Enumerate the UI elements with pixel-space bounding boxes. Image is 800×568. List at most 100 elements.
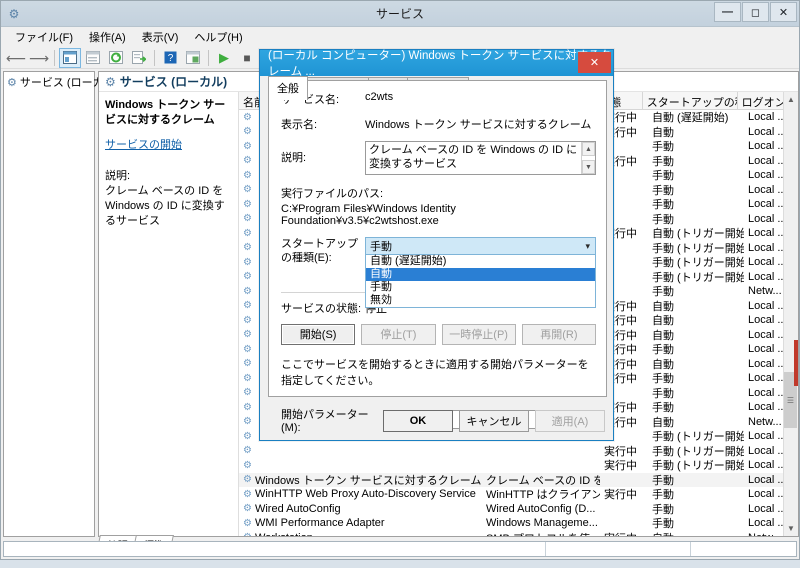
new-window-icon[interactable] bbox=[182, 48, 204, 68]
services-gear-icon: ⚙ bbox=[7, 76, 17, 89]
service-gear-icon: ⚙ bbox=[243, 329, 252, 340]
table-row[interactable]: ⚙Wired AutoConfigWired AutoConfig (D...手… bbox=[239, 502, 798, 517]
services-list-scrollbar[interactable]: ▲ ▼ ☰ bbox=[783, 92, 798, 536]
dialog-close-button[interactable]: ✕ bbox=[578, 52, 611, 73]
service-gear-icon: ⚙ bbox=[243, 315, 252, 326]
start-parameters-hint: ここでサービスを開始するときに適用する開始パラメーターを指定してください。 bbox=[281, 356, 596, 388]
option-auto-delayed[interactable]: 自動 (遅延開始) bbox=[366, 255, 595, 268]
apply-button: 適用(A) bbox=[535, 410, 605, 432]
cell-name: ⚙Wired AutoConfig bbox=[239, 503, 482, 515]
menu-action[interactable]: 操作(A) bbox=[81, 27, 134, 47]
help-icon[interactable]: ? bbox=[159, 48, 181, 68]
toolbar-separator-2 bbox=[154, 50, 155, 66]
column-header-logon[interactable]: ログオン bbox=[738, 92, 789, 109]
red-highlight-marker bbox=[794, 340, 798, 386]
executable-path-value: C:¥Program Files¥Windows Identity Founda… bbox=[281, 203, 596, 227]
scroll-down-icon[interactable]: ▼ bbox=[582, 160, 595, 174]
menu-view[interactable]: 表示(V) bbox=[134, 27, 187, 47]
description-textarea[interactable]: クレーム ベースの ID を Windows の ID に変換するサービス ▲ … bbox=[365, 141, 596, 175]
menu-help[interactable]: ヘルプ(H) bbox=[186, 27, 250, 47]
service-gear-icon: ⚙ bbox=[243, 300, 252, 311]
description-text: クレーム ベースの ID を Windows の ID に変換するサービス bbox=[366, 142, 581, 174]
refresh-icon[interactable] bbox=[105, 48, 127, 68]
close-button[interactable]: ✕ bbox=[770, 2, 797, 22]
cell-state: 実行中 bbox=[600, 530, 648, 536]
service-gear-icon: ⚙ bbox=[243, 532, 252, 536]
service-gear-icon: ⚙ bbox=[243, 199, 252, 210]
service-gear-icon: ⚙ bbox=[243, 170, 252, 181]
status-cell-main bbox=[4, 542, 546, 556]
menu-file[interactable]: ファイル(F) bbox=[7, 27, 81, 47]
table-row[interactable]: ⚙実行中手動 (トリガー開始)Local ... bbox=[239, 458, 798, 473]
table-row[interactable]: ⚙実行中手動 (トリガー開始)Local ... bbox=[239, 444, 798, 459]
option-manual[interactable]: 手動 bbox=[366, 281, 595, 294]
service-gear-icon: ⚙ bbox=[243, 213, 252, 224]
ok-button[interactable]: OK bbox=[383, 410, 453, 432]
option-auto[interactable]: 自動 bbox=[366, 268, 595, 281]
service-gear-icon: ⚙ bbox=[243, 126, 252, 137]
column-header-startup-type[interactable]: スタートアップの種類 bbox=[643, 92, 738, 109]
table-row[interactable]: ⚙WMI Performance AdapterWindows Manageme… bbox=[239, 516, 798, 531]
tree-item-services-local[interactable]: ⚙ サービス (ローカル) bbox=[4, 72, 94, 92]
cell-name: ⚙WMI Performance Adapter bbox=[239, 517, 482, 529]
startup-type-select[interactable]: 手動 ▾ bbox=[365, 237, 596, 255]
stop-service-icon[interactable]: ■ bbox=[236, 48, 258, 68]
service-gear-icon: ⚙ bbox=[243, 402, 252, 413]
scroll-down-icon[interactable]: ▼ bbox=[784, 521, 798, 536]
service-gear-icon: ⚙ bbox=[243, 141, 252, 152]
cell-state: 実行中 bbox=[600, 457, 648, 473]
back-icon[interactable]: ⟵ bbox=[5, 48, 27, 68]
status-cell-secondary bbox=[546, 542, 691, 556]
status-bar bbox=[3, 541, 797, 557]
toolbar-separator-3 bbox=[208, 50, 209, 66]
detail-description-label: 説明: bbox=[105, 169, 230, 184]
description-row: 説明: クレーム ベースの ID を Windows の ID に変換するサービ… bbox=[281, 141, 596, 175]
dialog-footer: OK キャンセル 適用(A) bbox=[383, 410, 605, 432]
svg-text:?: ? bbox=[167, 53, 173, 64]
service-gear-icon: ⚙ bbox=[243, 358, 252, 369]
table-row[interactable]: ⚙WinHTTP Web Proxy Auto-Discovery Servic… bbox=[239, 487, 798, 502]
dialog-general-page: サービス名: c2wts 表示名: Windows トークン サービスに対するク… bbox=[268, 80, 607, 397]
scroll-up-icon[interactable]: ▲ bbox=[784, 92, 798, 107]
show-hide-tree-icon[interactable] bbox=[59, 48, 81, 68]
cell-description: SMB プロトコルを使ってリ... bbox=[482, 530, 600, 536]
console-tree-pane[interactable]: ⚙ サービス (ローカル) bbox=[3, 71, 95, 537]
chevron-down-icon: ▾ bbox=[585, 241, 590, 252]
cell-name: ⚙WinHTTP Web Proxy Auto-Discovery Servic… bbox=[239, 488, 482, 500]
cell-name-label: WMI Performance Adapter bbox=[255, 517, 385, 529]
minimize-button[interactable]: — bbox=[714, 2, 741, 22]
properties-icon[interactable] bbox=[82, 48, 104, 68]
service-name-value: c2wts bbox=[365, 91, 596, 107]
table-row[interactable]: ⚙WorkstationSMB プロトコルを使ってリ...実行中自動Netw..… bbox=[239, 531, 798, 537]
resume-button: 再開(R) bbox=[522, 324, 596, 345]
window-title-bar: ⚙ サービス — ◻ ✕ bbox=[1, 1, 799, 27]
dialog-tab-general[interactable]: 全般 bbox=[268, 76, 308, 100]
service-gear-icon: ⚙ bbox=[243, 518, 252, 529]
cell-description: WinHTTP はクライアント... bbox=[482, 486, 600, 502]
service-gear-icon: ⚙ bbox=[243, 373, 252, 384]
service-gear-icon: ⚙ bbox=[243, 257, 252, 268]
start-service-link[interactable]: サービスの開始 bbox=[105, 138, 182, 153]
services-gear-icon: ⚙ bbox=[105, 75, 116, 89]
start-button[interactable]: 開始(S) bbox=[281, 324, 355, 345]
scroll-up-icon[interactable]: ▲ bbox=[582, 142, 595, 156]
table-row[interactable]: ⚙Windows トークン サービスに対するクレームクレーム ベースの ID を… bbox=[239, 473, 798, 488]
service-state-label: サービスの状態: bbox=[281, 300, 365, 316]
forward-icon[interactable]: ⟶ bbox=[28, 48, 50, 68]
export-list-icon[interactable] bbox=[128, 48, 150, 68]
window-title: サービス bbox=[1, 5, 799, 22]
service-gear-icon: ⚙ bbox=[243, 416, 252, 427]
option-disabled[interactable]: 無効 bbox=[366, 294, 595, 307]
startup-type-options[interactable]: 自動 (遅延開始) 自動 手動 無効 bbox=[365, 255, 596, 308]
maximize-button[interactable]: ◻ bbox=[742, 2, 769, 22]
service-gear-icon: ⚙ bbox=[243, 228, 252, 239]
description-label: 説明: bbox=[281, 141, 365, 175]
description-scrollbar[interactable]: ▲ ▼ bbox=[581, 142, 595, 174]
display-name-label: 表示名: bbox=[281, 116, 365, 132]
cancel-button[interactable]: キャンセル bbox=[459, 410, 529, 432]
stop-button: 停止(T) bbox=[361, 324, 435, 345]
service-gear-icon: ⚙ bbox=[243, 271, 252, 282]
start-service-icon[interactable]: ▶ bbox=[213, 48, 235, 68]
dialog-title-text: (ローカル コンピューター) Windows トークン サービスに対するクレーム… bbox=[268, 47, 613, 79]
startup-type-label: スタートアップの種類(E): bbox=[281, 237, 365, 266]
